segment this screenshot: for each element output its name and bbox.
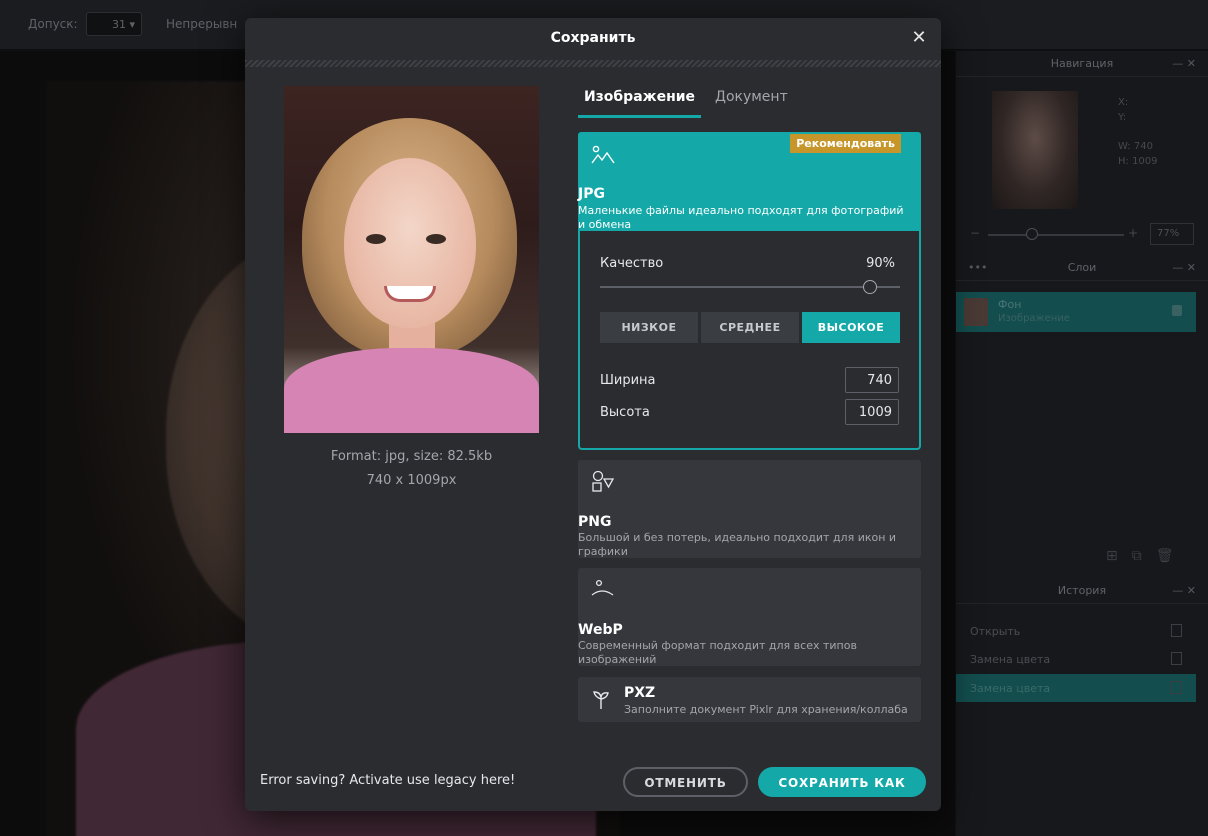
format-title: JPG — [578, 186, 605, 202]
format-description: Маленькие файлы идеально подходят для фо… — [578, 204, 904, 231]
format-card-webp[interactable]: WebP Современный формат подходит для все… — [578, 568, 921, 666]
lock-icon[interactable] — [1172, 305, 1182, 316]
save-dialog: Сохранить ✕ Format: jpg, size: 82.5kb 74… — [245, 18, 941, 811]
format-card-pxz[interactable]: PXZ Заполните документ Pixlr для хранени… — [578, 677, 921, 722]
coord-y: Y: — [1118, 112, 1127, 123]
format-card-jpg[interactable]: Рекомендовать JPG Маленькие файлы идеаль… — [578, 132, 921, 231]
history-item-label: Замена цвета — [970, 682, 1051, 695]
document-icon — [1171, 652, 1182, 665]
quality-value: 90% — [866, 256, 895, 271]
close-icon[interactable]: ✕ — [909, 28, 929, 48]
add-layer-icon[interactable]: ⊞ — [1106, 548, 1132, 564]
layer-actions: ⊞⧉🗑 — [1106, 548, 1188, 564]
save-as-button[interactable]: СОХРАНИТЬ КАК — [758, 767, 926, 797]
pixlr-leaf-icon — [593, 691, 609, 709]
webp-person-icon — [591, 579, 614, 596]
history-item-active[interactable]: Замена цвета — [956, 674, 1196, 702]
layer-item[interactable]: Фон Изображение — [956, 292, 1196, 332]
layer-type: Изображение — [998, 313, 1070, 324]
zoom-slider-track[interactable] — [988, 234, 1124, 236]
width-input[interactable] — [845, 367, 899, 393]
preset-medium-button[interactable]: СРЕДНЕЕ — [701, 312, 799, 343]
quality-slider-knob[interactable] — [863, 280, 877, 294]
image-preview — [284, 86, 539, 433]
navigation-thumbnail[interactable] — [992, 91, 1078, 209]
file-format-size: Format: jpg, size: 82.5kb — [330, 449, 493, 464]
quality-label: Качество — [600, 256, 664, 271]
history-item-label: Открыть — [970, 625, 1021, 638]
panel-controls-icon[interactable]: — ✕ — [1172, 578, 1196, 604]
coord-x: X: — [1118, 97, 1129, 108]
zoom-in-icon[interactable]: + — [1128, 226, 1138, 240]
format-title: PXZ — [624, 685, 656, 701]
tolerance-label: Допуск: — [28, 17, 78, 31]
header-divider — [245, 60, 941, 67]
image-mountain-icon — [591, 145, 615, 164]
trash-icon[interactable]: 🗑 — [1156, 548, 1188, 564]
cancel-button[interactable]: ОТМЕНИТЬ — [623, 767, 748, 797]
format-description: Большой и без потерь, идеально подходит … — [578, 531, 897, 558]
continuous-label[interactable]: Непрерывн — [166, 17, 237, 31]
history-panel-header: История — ✕ — [956, 578, 1208, 604]
document-icon — [1171, 681, 1182, 694]
panel-controls-icon[interactable]: — ✕ — [1172, 255, 1196, 281]
history-title: История — [1057, 584, 1107, 597]
zoom-control: − + 77% — [966, 223, 1198, 247]
layers-panel-header: ••• Слои — ✕ — [956, 255, 1208, 281]
file-dimensions: 740 x 1009px — [366, 473, 457, 488]
dialog-title: Сохранить — [550, 30, 636, 46]
history-item[interactable]: Открыть — [956, 617, 1196, 645]
tab-document[interactable]: Документ — [715, 78, 805, 118]
navigation-coords: X: Y: W: 740 H: 1009 — [1118, 95, 1158, 169]
legacy-save-link[interactable]: Error saving? Activate use legacy here! — [260, 773, 515, 788]
dialog-header: Сохранить ✕ — [245, 18, 941, 60]
document-icon — [1171, 624, 1182, 637]
layer-name: Фон — [998, 298, 1022, 311]
preset-high-button[interactable]: ВЫСОКОЕ — [802, 312, 900, 343]
more-icon[interactable]: ••• — [968, 255, 987, 281]
navigation-panel-header: Навигация — ✕ — [956, 51, 1208, 77]
preset-low-button[interactable]: НИЗКОЕ — [600, 312, 698, 343]
right-panels: Навигация — ✕ X: Y: W: 740 H: 1009 − + 7… — [956, 51, 1208, 836]
format-card-png[interactable]: PNG Большой и без потерь, идеально подхо… — [578, 460, 921, 558]
navigation-title: Навигация — [1050, 57, 1114, 70]
format-description: Современный формат подходит для всех тип… — [578, 639, 857, 666]
history-item-label: Замена цвета — [970, 653, 1051, 666]
zoom-out-icon[interactable]: − — [970, 226, 980, 240]
layer-thumbnail — [964, 298, 988, 326]
shapes-icon — [592, 470, 615, 492]
recommended-badge: Рекомендовать — [790, 134, 901, 153]
layers-title: Слои — [1067, 261, 1097, 274]
format-description: Заполните документ Pixlr для хранения/ко… — [624, 703, 908, 716]
format-title: PNG — [578, 514, 612, 530]
zoom-slider-knob[interactable] — [1026, 228, 1038, 240]
duplicate-layer-icon[interactable]: ⧉ — [1132, 548, 1156, 564]
history-item[interactable]: Замена цвета — [956, 645, 1196, 673]
tolerance-select[interactable]: 31 ▾ — [86, 12, 142, 36]
height-label: Высота — [600, 405, 650, 420]
panel-controls-icon[interactable]: — ✕ — [1172, 51, 1196, 77]
tab-image[interactable]: Изображение — [578, 78, 701, 118]
zoom-value[interactable]: 77% — [1150, 223, 1194, 245]
width-label: Ширина — [600, 373, 656, 388]
jpg-options-panel: Качество 90% НИЗКОЕ СРЕДНЕЕ ВЫСОКОЕ Шири… — [578, 231, 921, 450]
coord-w: W: 740 — [1118, 141, 1153, 152]
file-info: Format: jpg, size: 82.5kb 740 x 1009px — [284, 445, 539, 493]
quality-slider-track[interactable] — [600, 286, 900, 288]
format-title: WebP — [578, 622, 623, 638]
height-input[interactable] — [845, 399, 899, 425]
coord-h: H: 1009 — [1118, 156, 1158, 167]
